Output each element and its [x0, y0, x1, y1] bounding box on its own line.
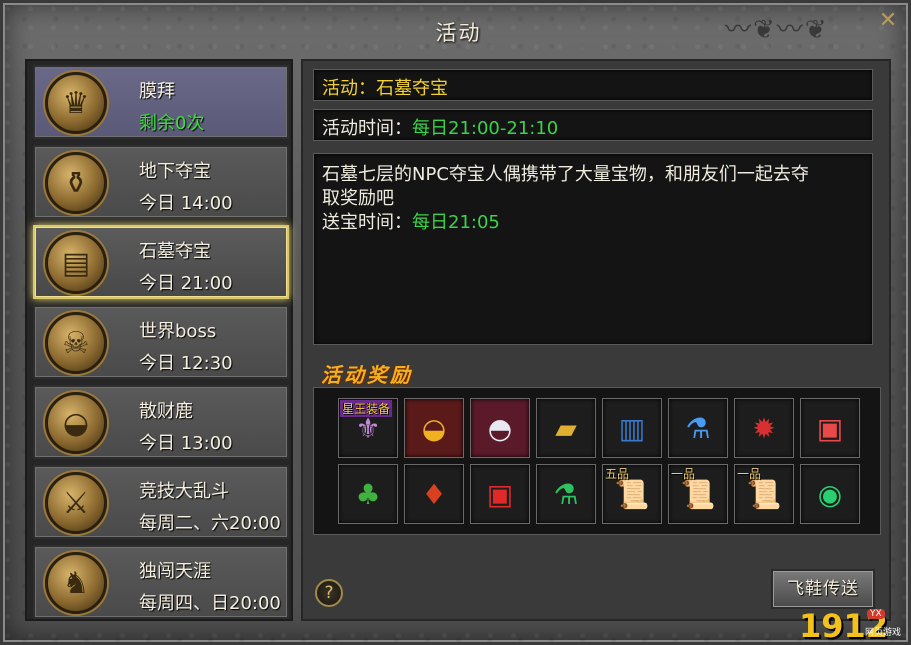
- activity-item-tomb-treasure[interactable]: ▤ 石墓夺宝 今日 21:00: [33, 225, 289, 299]
- reward-slot[interactable]: ▣: [470, 464, 530, 524]
- rewards-grid: 星王装备 ⚜ ◒ ◓ ▰ ▥ ⚗ ✹ ▣ ♣ ♦ ▣ ⚗ 五品 📜 一品 📜 一…: [313, 387, 881, 535]
- logo-badge: YX: [867, 609, 885, 619]
- reward-slot[interactable]: 星王装备 ⚜: [338, 398, 398, 458]
- activity-name: 散财鹿: [139, 401, 193, 422]
- delivery-time-label: 送宝时间：: [322, 212, 412, 233]
- activity-item-lone-wanderer[interactable]: ♞ 独闯天涯 每周四、日20:00: [33, 545, 289, 619]
- crossed-swords-icon: ⚔: [45, 472, 107, 534]
- activity-item-fortune-deer[interactable]: ◒ 散财鹿 今日 13:00: [33, 385, 289, 459]
- reward-slot[interactable]: 一品 📜: [734, 464, 794, 524]
- delivery-time-value: 每日21:05: [412, 212, 500, 233]
- treasure-pile-icon: ⚱: [45, 152, 107, 214]
- reward-slot[interactable]: ✹: [734, 398, 794, 458]
- activity-time-bar: 活动时间：每日21:00-21:10: [313, 109, 873, 141]
- reward-slot[interactable]: ⚗: [536, 464, 596, 524]
- reward-slot[interactable]: ▣: [800, 398, 860, 458]
- reward-slot[interactable]: ▥: [602, 398, 662, 458]
- activity-title-bar: 活动：石墓夺宝: [313, 69, 873, 101]
- scroll-icon: 📜: [614, 477, 650, 511]
- reward-badge: 一品: [671, 467, 696, 481]
- activity-time: 今日 21:00: [139, 273, 233, 294]
- activity-time: 每周四、日20:00: [139, 593, 281, 614]
- scroll-icon: 📜: [746, 477, 782, 511]
- activity-remaining: 剩余0次: [139, 113, 205, 134]
- activity-window: 〰❦〰❦ 活动 ✕ ♛ 膜拜 剩余0次 ⚱ 地下夺宝 今日 14:00 ▤ 石墓…: [0, 0, 911, 645]
- activity-item-world-boss[interactable]: ☠ 世界boss 今日 12:30: [33, 305, 289, 379]
- rewards-title: 活动奖励: [321, 363, 413, 387]
- help-button[interactable]: ?: [315, 579, 343, 607]
- scroll-icon: 📜: [680, 477, 716, 511]
- warrior-icon: ♞: [45, 552, 107, 614]
- description-line-1: 石墓七层的NPC夺宝人偶携带了大量宝物，和朋友们一起去夺: [322, 164, 809, 185]
- activity-item-arena-brawl[interactable]: ⚔ 竞技大乱斗 每周二、六20:00: [33, 465, 289, 539]
- green-orb-icon: ◉: [817, 477, 843, 511]
- gold-ingot-icon: ◒: [45, 392, 107, 454]
- reward-slot[interactable]: ◓: [470, 398, 530, 458]
- logo-subtitle: 网页游戏: [865, 628, 902, 638]
- activity-name: 竞技大乱斗: [139, 481, 229, 502]
- treasure-chest-icon: ▤: [45, 232, 107, 294]
- activity-name: 世界boss: [139, 321, 217, 342]
- red-gift-box-icon: ▣: [486, 477, 514, 511]
- gold-ingot-red-icon: ◒: [421, 411, 447, 445]
- statue-icon: ♛: [45, 72, 107, 134]
- reward-badge: 五品: [605, 467, 630, 481]
- activity-detail-panel: 活动：石墓夺宝 活动时间：每日21:00-21:10 石墓七层的NPC夺宝人偶携…: [301, 59, 891, 621]
- activity-time-label: 活动时间：: [322, 118, 412, 139]
- activity-time: 每周二、六20:00: [139, 513, 281, 534]
- activity-time: 今日 12:30: [139, 353, 233, 374]
- activity-time: 今日 14:00: [139, 193, 233, 214]
- silver-ingot-icon: ◓: [487, 411, 513, 445]
- gift-box-white-icon: ▣: [816, 411, 844, 445]
- reward-slot[interactable]: ♣: [338, 464, 398, 524]
- red-pouch-icon: ♦: [421, 477, 447, 511]
- close-icon[interactable]: ✕: [874, 7, 902, 35]
- reward-slot[interactable]: 一品 📜: [668, 464, 728, 524]
- activity-name: 独闯天涯: [139, 561, 211, 582]
- window-title: 活动: [435, 21, 482, 45]
- gold-bar-icon: ▰: [555, 411, 577, 445]
- reward-slot[interactable]: 五品 📜: [602, 464, 662, 524]
- green-potion-icon: ⚗: [553, 477, 579, 511]
- activity-item-worship[interactable]: ♛ 膜拜 剩余0次: [33, 65, 289, 139]
- gourd-bag-icon: ♣: [355, 477, 381, 511]
- red-gem-icon: ✹: [752, 411, 776, 445]
- activity-name: 膜拜: [139, 81, 175, 102]
- fly-shoes-teleport-button[interactable]: 飞鞋传送: [771, 569, 875, 609]
- reward-slot[interactable]: ◒: [404, 398, 464, 458]
- activity-description-box: 石墓七层的NPC夺宝人偶携带了大量宝物，和朋友们一起去夺 取奖励吧 送宝时间：每…: [313, 153, 873, 345]
- activity-list: ♛ 膜拜 剩余0次 ⚱ 地下夺宝 今日 14:00 ▤ 石墓夺宝 今日 21:0…: [25, 59, 293, 621]
- reward-slot[interactable]: ⚗: [668, 398, 728, 458]
- activity-name: 地下夺宝: [139, 161, 211, 182]
- reward-badge: 星王装备: [340, 400, 393, 417]
- reward-slot[interactable]: ▰: [536, 398, 596, 458]
- activity-item-underground-treasure[interactable]: ⚱ 地下夺宝 今日 14:00: [33, 145, 289, 219]
- reward-badge: 一品: [737, 467, 762, 481]
- activity-name: 石墓夺宝: [139, 241, 211, 262]
- reward-slot[interactable]: ♦: [404, 464, 464, 524]
- activity-time-value: 每日21:00-21:10: [412, 118, 559, 139]
- demon-boss-icon: ☠: [45, 312, 107, 374]
- blue-potion-icon: ⚗: [685, 411, 711, 445]
- activity-time: 今日 13:00: [139, 433, 233, 454]
- skill-book-icon: ▥: [618, 411, 646, 445]
- reward-slot[interactable]: ◉: [800, 464, 860, 524]
- activity-title: 活动：石墓夺宝: [322, 78, 448, 99]
- description-line-2: 取奖励吧: [322, 188, 394, 209]
